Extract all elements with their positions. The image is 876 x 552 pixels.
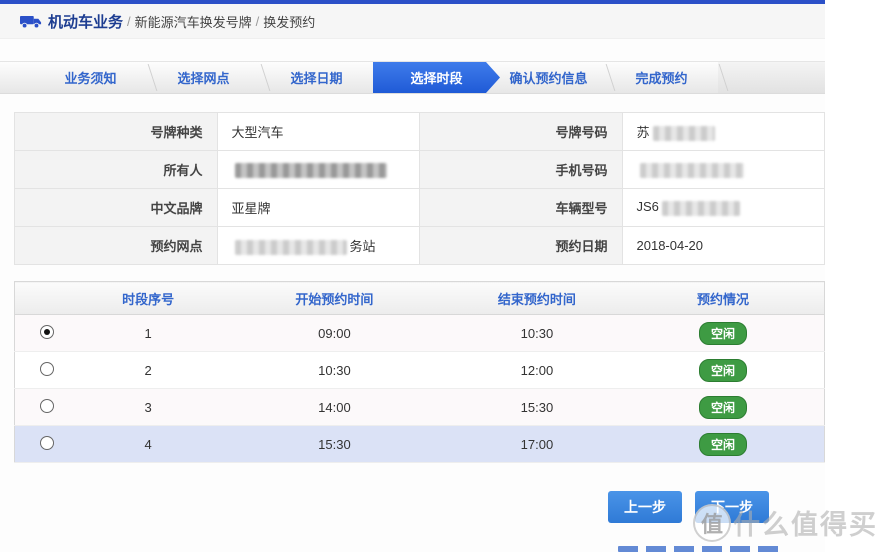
timeslot-header-row: 时段序号 开始预约时间 结束预约时间 预约情况 — [15, 282, 825, 315]
slot-radio-4[interactable] — [40, 436, 54, 450]
status-badge: 空闲 — [699, 396, 747, 419]
breadcrumb-separator: / — [256, 14, 260, 29]
header-start-time: 开始预约时间 — [217, 282, 452, 315]
header-end-time: 结束预约时间 — [452, 282, 622, 315]
field-value-owner — [217, 151, 420, 189]
tab-step-date[interactable]: 选择日期 — [260, 62, 373, 93]
tab-step-timeslot[interactable]: 选择时段 — [373, 62, 500, 93]
slot-end: 12:00 — [452, 352, 622, 389]
prev-step-button[interactable]: 上一步 — [608, 491, 682, 523]
redacted-value — [235, 240, 347, 255]
slot-radio-2[interactable] — [40, 362, 54, 376]
slot-end: 17:00 — [452, 426, 622, 463]
field-value-plate-number: 苏 — [622, 113, 825, 151]
field-label-branch: 预约网点 — [15, 227, 218, 265]
field-label-brand: 中文品牌 — [15, 189, 218, 227]
timeslot-row: 4 15:30 17:00 空闲 — [15, 426, 825, 463]
field-label-model: 车辆型号 — [420, 189, 623, 227]
slot-seq: 3 — [79, 389, 217, 426]
tab-step-done[interactable]: 完成预约 — [605, 62, 718, 93]
redacted-value — [662, 201, 740, 216]
timeslot-table: 时段序号 开始预约时间 结束预约时间 预约情况 1 09:00 10:30 空闲… — [14, 281, 825, 463]
slot-seq: 1 — [79, 315, 217, 352]
status-badge: 空闲 — [699, 359, 747, 382]
model-prefix: JS6 — [637, 199, 659, 214]
branch-suffix: 务站 — [350, 239, 376, 254]
plate-number-prefix: 苏 — [637, 125, 650, 140]
breadcrumb-separator: / — [127, 14, 131, 29]
cutoff-text-fragment — [618, 546, 786, 552]
breadcrumb-item-service[interactable]: 新能源汽车换发号牌 — [135, 12, 252, 31]
field-value-plate-type: 大型汽车 — [217, 113, 420, 151]
field-value-brand: 亚星牌 — [217, 189, 420, 227]
redacted-value — [235, 163, 387, 178]
table-row: 预约网点 务站 预约日期 2018-04-20 — [15, 227, 825, 265]
field-value-date: 2018-04-20 — [622, 227, 825, 265]
page-content: 机动车业务 / 新能源汽车换发号牌 / 换发预约 业务须知 选择网点 选择日期 … — [0, 0, 825, 552]
field-label-owner: 所有人 — [15, 151, 218, 189]
field-label-plate-type: 号牌种类 — [15, 113, 218, 151]
redacted-value — [640, 163, 744, 178]
field-label-plate-number: 号牌号码 — [420, 113, 623, 151]
slot-seq: 2 — [79, 352, 217, 389]
tab-step-confirm[interactable]: 确认预约信息 — [492, 62, 605, 93]
slot-radio-3[interactable] — [40, 399, 54, 413]
breadcrumb-item-current: 换发预约 — [263, 12, 315, 31]
section-title[interactable]: 机动车业务 — [48, 11, 123, 32]
status-badge: 空闲 — [699, 322, 747, 345]
table-row: 号牌种类 大型汽车 号牌号码 苏 — [15, 113, 825, 151]
timeslot-row: 3 14:00 15:30 空闲 — [15, 389, 825, 426]
next-step-button[interactable]: 下一步 — [695, 491, 769, 523]
field-value-branch: 务站 — [217, 227, 420, 265]
status-badge: 空闲 — [699, 433, 747, 456]
field-value-phone — [622, 151, 825, 189]
wizard-buttons: 上一步 下一步 — [608, 491, 769, 523]
header-radio-col — [15, 282, 80, 315]
timeslot-row: 2 10:30 12:00 空闲 — [15, 352, 825, 389]
slot-start: 09:00 — [217, 315, 452, 352]
slot-seq: 4 — [79, 426, 217, 463]
tab-step-notice[interactable]: 业务须知 — [34, 62, 147, 93]
table-row: 中文品牌 亚星牌 车辆型号 JS6 — [15, 189, 825, 227]
breadcrumb: 机动车业务 / 新能源汽车换发号牌 / 换发预约 — [0, 4, 825, 39]
vehicle-info-table: 号牌种类 大型汽车 号牌号码 苏 所有人 手机号码 中文品牌 亚星牌 车辆型号 … — [14, 112, 825, 265]
tab-strip-filler — [718, 62, 825, 93]
slot-radio-1[interactable] — [40, 325, 54, 339]
slot-start: 14:00 — [217, 389, 452, 426]
table-row: 所有人 手机号码 — [15, 151, 825, 189]
field-label-phone: 手机号码 — [420, 151, 623, 189]
header-status: 预约情况 — [622, 282, 825, 315]
timeslot-row: 1 09:00 10:30 空闲 — [15, 315, 825, 352]
slot-end: 10:30 — [452, 315, 622, 352]
redacted-value — [653, 126, 715, 141]
field-value-model: JS6 — [622, 189, 825, 227]
tab-step-branch[interactable]: 选择网点 — [147, 62, 260, 93]
slot-end: 15:30 — [452, 389, 622, 426]
slot-start: 15:30 — [217, 426, 452, 463]
slot-start: 10:30 — [217, 352, 452, 389]
step-tabs: 业务须知 选择网点 选择日期 选择时段 确认预约信息 完成预约 — [0, 61, 825, 94]
field-label-date: 预约日期 — [420, 227, 623, 265]
header-slot-seq: 时段序号 — [79, 282, 217, 315]
truck-icon — [20, 13, 42, 29]
